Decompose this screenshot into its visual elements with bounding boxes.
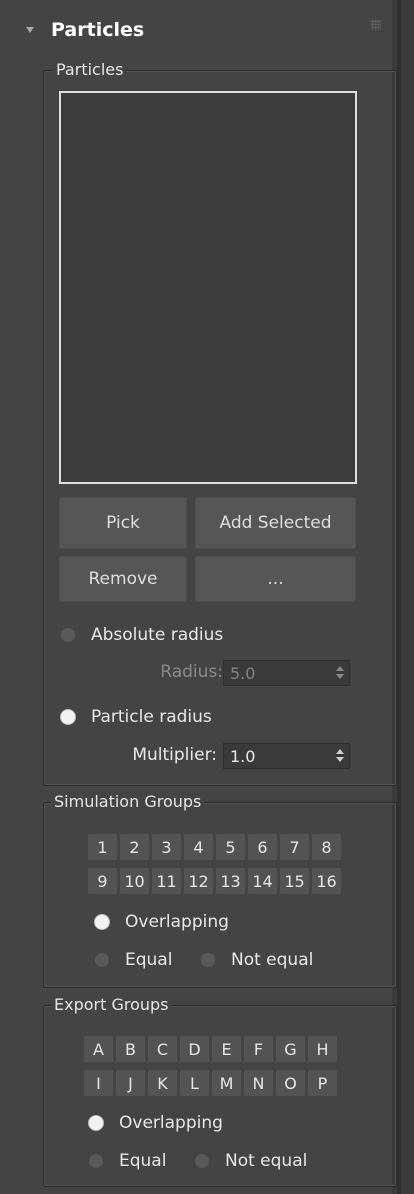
sim-overlapping-option[interactable]: Overlapping	[95, 912, 229, 932]
simulation-group-toggle-10[interactable]: 10	[120, 868, 149, 894]
exp-not-equal-radio[interactable]	[195, 1154, 209, 1168]
export-group-toggle-c[interactable]: C	[148, 1036, 177, 1062]
drag-grip-icon[interactable]	[371, 20, 381, 30]
export-group-toggle-d[interactable]: D	[180, 1036, 209, 1062]
export-group-toggle-j[interactable]: J	[116, 1070, 145, 1096]
spinner-arrows-icon[interactable]	[336, 666, 344, 680]
simulation-group-toggle-3[interactable]: 3	[152, 834, 181, 860]
export-group-toggle-g[interactable]: G	[276, 1036, 305, 1062]
remove-button[interactable]: Remove	[59, 556, 187, 602]
radius-label: Radius:	[160, 662, 223, 682]
simulation-group-toggle-15[interactable]: 15	[280, 868, 309, 894]
simulation-group-toggle-2[interactable]: 2	[120, 834, 149, 860]
sim-overlapping-label: Overlapping	[125, 912, 229, 932]
multiplier-value: 1.0	[230, 747, 256, 766]
rollout-title: Particles	[51, 19, 145, 41]
simulation-group-toggle-13[interactable]: 13	[216, 868, 245, 894]
scroll-edge-bar	[397, 0, 401, 1194]
exp-equal-label: Equal	[119, 1151, 167, 1171]
simulation-group-toggle-1[interactable]: 1	[88, 834, 117, 860]
export-groups-row-2: IJKLMNOP	[84, 1070, 337, 1096]
exp-overlapping-option[interactable]: Overlapping	[89, 1113, 223, 1133]
export-group-toggle-k[interactable]: K	[148, 1070, 177, 1096]
export-group-toggle-i[interactable]: I	[84, 1070, 113, 1096]
simulation-group-toggle-14[interactable]: 14	[248, 868, 277, 894]
add-selected-button[interactable]: Add Selected	[195, 497, 356, 549]
exp-overlapping-label: Overlapping	[119, 1113, 223, 1133]
simulation-group-toggle-12[interactable]: 12	[184, 868, 213, 894]
export-group-toggle-f[interactable]: F	[244, 1036, 273, 1062]
radius-spinner[interactable]: 5.0	[223, 660, 350, 686]
particle-radius-option[interactable]: Particle radius	[61, 707, 212, 727]
sim-not-equal-label: Not equal	[231, 950, 314, 970]
simulation-group-toggle-7[interactable]: 7	[280, 834, 309, 860]
export-group-toggle-l[interactable]: L	[180, 1070, 209, 1096]
radius-value: 5.0	[230, 664, 256, 683]
simulation-group-toggle-6[interactable]: 6	[248, 834, 277, 860]
simulation-group-toggle-4[interactable]: 4	[184, 834, 213, 860]
export-group-toggle-p[interactable]: P	[308, 1070, 337, 1096]
collapse-arrow-icon[interactable]	[26, 27, 34, 33]
export-group-toggle-m[interactable]: M	[212, 1070, 241, 1096]
exp-overlapping-radio[interactable]	[89, 1116, 103, 1130]
absolute-radius-label: Absolute radius	[91, 625, 224, 645]
simulation-group-toggle-5[interactable]: 5	[216, 834, 245, 860]
sim-not-equal-radio[interactable]	[201, 953, 215, 967]
spinner-arrows-icon[interactable]	[336, 749, 344, 763]
export-groups-label: Export Groups	[51, 995, 172, 1014]
particle-radius-radio[interactable]	[61, 710, 75, 724]
particles-rollout: Particles Particles Pick Add Selected Re…	[5, 0, 397, 1194]
exp-not-equal-label: Not equal	[225, 1151, 308, 1171]
simulation-group-toggle-11[interactable]: 11	[152, 868, 181, 894]
particles-group-label: Particles	[53, 60, 127, 79]
simulation-group-toggle-16[interactable]: 16	[312, 868, 341, 894]
rollout-header[interactable]: Particles	[5, 14, 389, 48]
simulation-groups-label: Simulation Groups	[51, 792, 205, 811]
export-group-toggle-a[interactable]: A	[84, 1036, 113, 1062]
export-group-toggle-e[interactable]: E	[212, 1036, 241, 1062]
exp-not-equal-option[interactable]: Not equal	[195, 1151, 307, 1171]
multiplier-label: Multiplier:	[132, 745, 217, 765]
export-groups-row-1: ABCDEFGH	[84, 1036, 337, 1062]
absolute-radius-option[interactable]: Absolute radius	[61, 625, 223, 645]
exp-equal-radio[interactable]	[89, 1154, 103, 1168]
exp-equal-option[interactable]: Equal	[89, 1151, 166, 1171]
particles-list[interactable]	[59, 91, 357, 484]
sim-equal-option[interactable]: Equal	[95, 950, 172, 970]
simulation-group-toggle-8[interactable]: 8	[312, 834, 341, 860]
export-group-toggle-n[interactable]: N	[244, 1070, 273, 1096]
sim-not-equal-option[interactable]: Not equal	[201, 950, 313, 970]
simulation-groups-row-2: 9 10 11 12 13 14 15 16	[88, 868, 341, 894]
pick-button[interactable]: Pick	[59, 497, 187, 549]
simulation-group-toggle-9[interactable]: 9	[88, 868, 117, 894]
export-group-toggle-b[interactable]: B	[116, 1036, 145, 1062]
sim-overlapping-radio[interactable]	[95, 915, 109, 929]
sim-equal-label: Equal	[125, 950, 173, 970]
export-group-toggle-o[interactable]: O	[276, 1070, 305, 1096]
export-group-toggle-h[interactable]: H	[308, 1036, 337, 1062]
more-options-button[interactable]: ...	[195, 556, 356, 602]
simulation-groups-row-1: 12345678	[88, 834, 341, 860]
particle-radius-label: Particle radius	[91, 707, 212, 727]
absolute-radius-radio[interactable]	[61, 628, 75, 642]
multiplier-spinner[interactable]: 1.0	[223, 743, 350, 769]
sim-equal-radio[interactable]	[95, 953, 109, 967]
